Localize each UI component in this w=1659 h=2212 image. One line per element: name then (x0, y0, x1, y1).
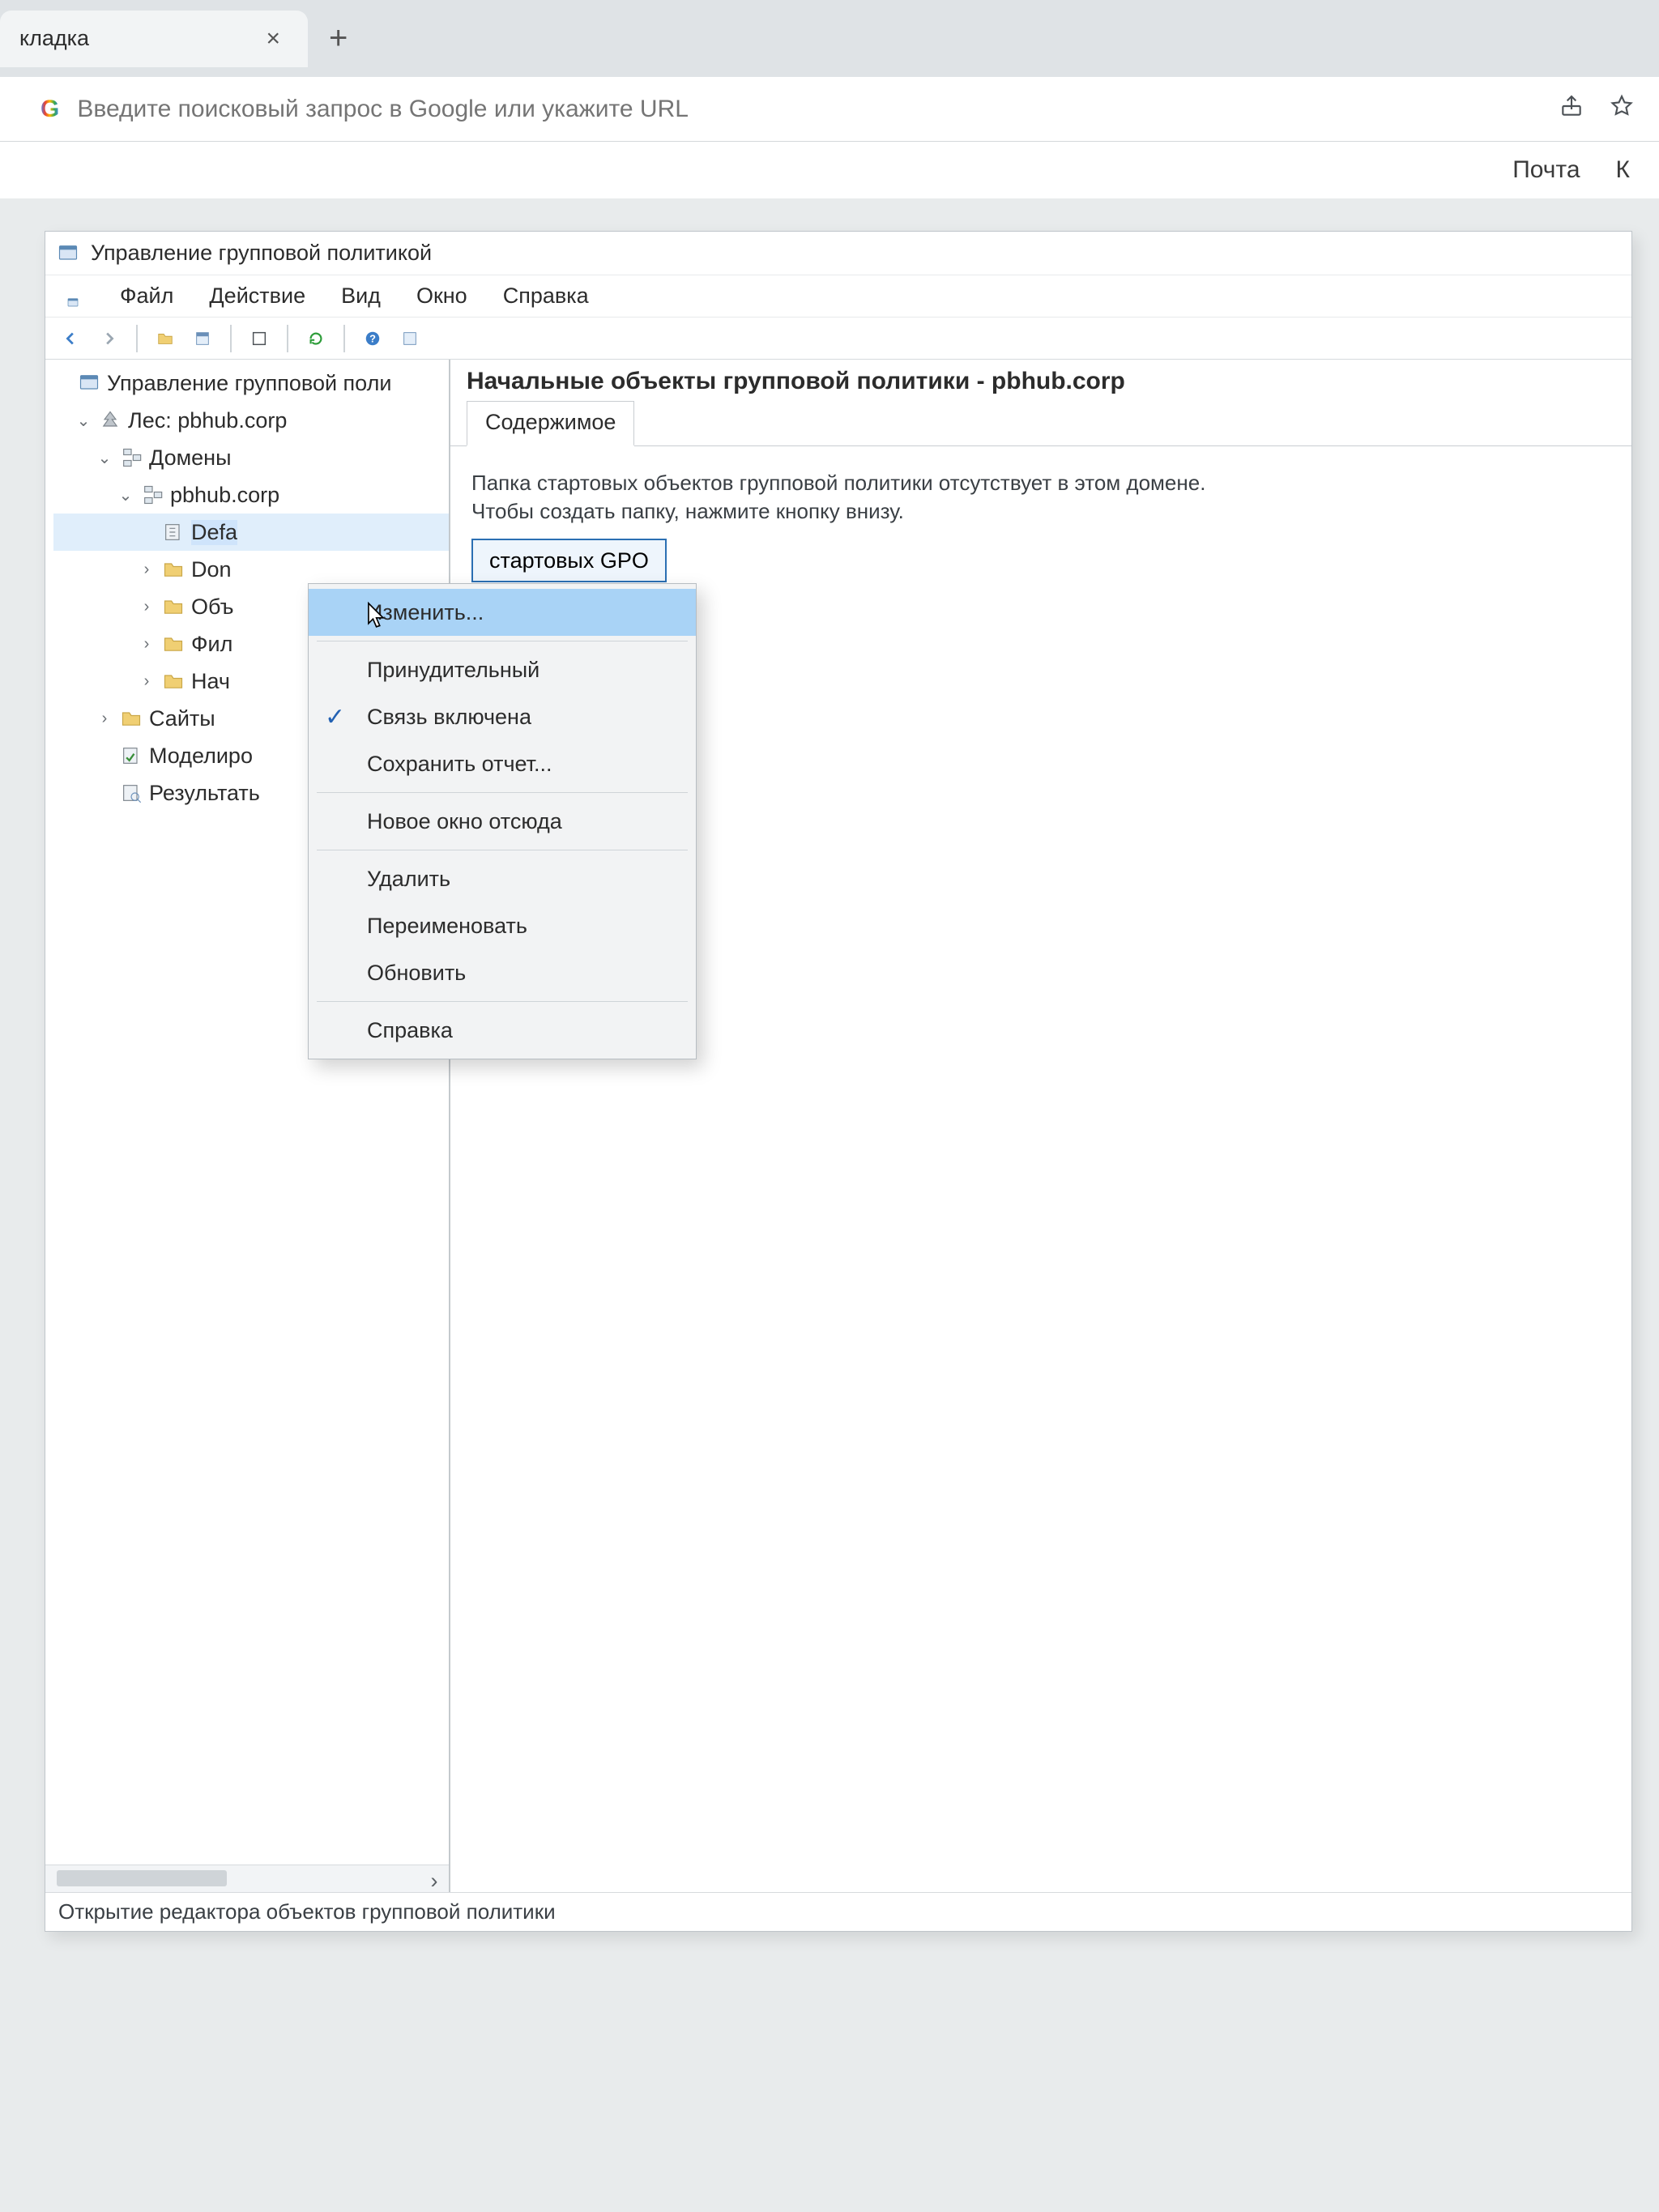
ctx-enforced[interactable]: Принудительный (309, 646, 696, 693)
help-button[interactable]: ? (358, 324, 387, 353)
ou-folder-icon (162, 558, 185, 581)
gpmc-icon (57, 242, 79, 265)
ctx-new-window[interactable]: Новое окно отсюда (309, 798, 696, 845)
check-icon: ✓ (325, 703, 345, 731)
bookmark-mail[interactable]: Почта (1512, 156, 1580, 184)
scrollbar-thumb[interactable] (57, 1870, 227, 1886)
status-text: Открытие редактора объектов групповой по… (58, 1899, 556, 1924)
folder-icon (162, 670, 185, 693)
ctx-delete[interactable]: Удалить (309, 855, 696, 902)
gpmc-window: Управление групповой политикой Файл Дейс… (45, 231, 1632, 1932)
folder-icon (162, 595, 185, 618)
button-label: стартовых GPO (489, 548, 649, 573)
ctx-help[interactable]: Справка (309, 1007, 696, 1054)
menu-action[interactable]: Действие (206, 279, 309, 313)
domain-icon (141, 484, 164, 506)
properties-button[interactable] (188, 324, 217, 353)
tree-forest[interactable]: ⌄ Лес: pbhub.corp (53, 402, 449, 439)
ctx-save-report[interactable]: Сохранить отчет... (309, 740, 696, 787)
tree-gpo-default[interactable]: › Defa (53, 514, 449, 551)
tree-domains[interactable]: ⌄ Домены (53, 439, 449, 476)
menu-window[interactable]: Окно (413, 279, 471, 313)
ctx-refresh[interactable]: Обновить (309, 949, 696, 996)
content-title: Начальные объекты групповой политики - p… (450, 360, 1631, 400)
tree-label: Don (191, 557, 232, 582)
window-titlebar: Управление групповой политикой (45, 232, 1631, 275)
window-title: Управление групповой политикой (91, 241, 432, 266)
gpmc-small-icon (62, 285, 84, 308)
context-menu: Изменить... Принудительный ✓Связь включе… (308, 583, 697, 1059)
google-icon: G (41, 96, 59, 123)
ctx-edit[interactable]: Изменить... (309, 589, 696, 636)
gpmc-icon (78, 372, 100, 394)
svg-text:?: ? (369, 332, 376, 344)
sites-icon (120, 707, 143, 730)
content-info-line2: Чтобы создать папку, нажмите кнопку вниз… (471, 499, 1610, 524)
create-starter-gpo-button[interactable]: стартовых GPO (471, 539, 667, 582)
tree-root[interactable]: ▾ Управление групповой поли (53, 364, 449, 402)
tree-label: Лес: pbhub.corp (128, 408, 287, 433)
close-icon[interactable]: × (258, 22, 288, 56)
modeling-icon (120, 744, 143, 767)
statusbar: Открытие редактора объектов групповой по… (45, 1892, 1631, 1931)
gpo-link-icon (162, 521, 185, 543)
refresh-button[interactable] (301, 324, 331, 353)
tree-label: Нач (191, 669, 230, 694)
bookmarks-bar: Почта К (0, 142, 1659, 198)
content-tabstrip: Содержимое (450, 400, 1631, 446)
tree-domain[interactable]: ⌄ pbhub.corp (53, 476, 449, 514)
delete-button[interactable] (245, 324, 274, 353)
back-button[interactable] (57, 324, 86, 353)
forward-button[interactable] (94, 324, 123, 353)
bookmark-k[interactable]: К (1616, 156, 1630, 184)
tab-contents[interactable]: Содержимое (467, 401, 634, 446)
ctx-separator (317, 1001, 688, 1002)
tree-label: Результать (149, 781, 260, 806)
ctx-rename[interactable]: Переименовать (309, 902, 696, 949)
menu-help[interactable]: Справка (500, 279, 592, 313)
tree-label: Сайты (149, 706, 215, 731)
tree-horizontal-scrollbar[interactable]: › (45, 1865, 449, 1892)
results-icon (120, 782, 143, 804)
new-tab-button[interactable]: + (308, 20, 369, 57)
extra-toolbar-button[interactable] (395, 324, 424, 353)
toolbar: ? (45, 318, 1631, 360)
star-icon[interactable] (1609, 93, 1635, 126)
browser-tabstrip: кладка × + (0, 0, 1659, 77)
tree-label: Управление групповой поли (107, 371, 391, 396)
scroll-right-icon[interactable]: › (424, 1869, 444, 1888)
menu-file[interactable]: Файл (117, 279, 177, 313)
tree-label: Фил (191, 632, 232, 657)
address-bar-row: G (0, 77, 1659, 142)
tree-label: pbhub.corp (170, 483, 279, 508)
tree-label: Моделиро (149, 744, 253, 769)
ctx-link-enabled[interactable]: ✓Связь включена (309, 693, 696, 740)
show-hide-tree-button[interactable] (151, 324, 180, 353)
forest-icon (99, 409, 122, 432)
folder-icon (162, 633, 185, 655)
domains-icon (120, 446, 143, 469)
tree-label: Defa (191, 520, 237, 545)
tree-label: Домены (149, 445, 232, 471)
tab-title: кладка (19, 26, 89, 51)
url-input[interactable] (77, 96, 1541, 123)
tree-label: Объ (191, 595, 233, 620)
menubar: Файл Действие Вид Окно Справка (45, 275, 1631, 318)
browser-tab[interactable]: кладка × (0, 11, 308, 67)
menu-view[interactable]: Вид (338, 279, 384, 313)
content-info-line1: Папка стартовых объектов групповой полит… (471, 471, 1610, 496)
ctx-separator (317, 792, 688, 793)
share-icon[interactable] (1559, 93, 1584, 126)
